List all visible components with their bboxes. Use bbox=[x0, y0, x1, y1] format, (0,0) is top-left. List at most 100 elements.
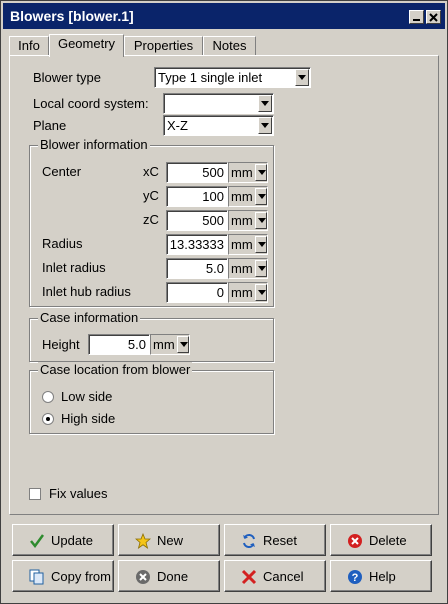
plane-value: X-Z bbox=[167, 118, 188, 133]
height-unit: mm bbox=[153, 337, 175, 352]
zc-label: zC bbox=[143, 212, 159, 227]
center-label: Center bbox=[42, 164, 82, 179]
reset-button[interactable]: Reset bbox=[224, 524, 326, 556]
title-bar[interactable]: Blowers [blower.1] bbox=[3, 3, 445, 29]
tab-properties-label: Properties bbox=[133, 38, 194, 53]
chevron-down-icon[interactable] bbox=[177, 336, 189, 353]
window-title: Blowers [blower.1] bbox=[10, 8, 134, 24]
delete-icon bbox=[348, 534, 362, 548]
svg-text:?: ? bbox=[352, 572, 359, 584]
tab-notes-label: Notes bbox=[212, 38, 247, 53]
radius-unit-select[interactable]: mm bbox=[228, 234, 268, 255]
case-location-group: Case location from blower Low side High … bbox=[29, 362, 274, 434]
update-button[interactable]: Update bbox=[12, 524, 114, 556]
delete-button[interactable]: Delete bbox=[330, 524, 432, 556]
done-label: Done bbox=[157, 569, 189, 584]
high-side-radio[interactable] bbox=[42, 413, 54, 425]
chevron-down-icon[interactable] bbox=[258, 95, 272, 112]
fix-values-label[interactable]: Fix values bbox=[49, 486, 108, 501]
inlet-radius-value: 5.0 bbox=[205, 261, 224, 276]
chevron-down-icon[interactable] bbox=[255, 164, 267, 181]
delete-label: Delete bbox=[369, 533, 407, 548]
tab-geometry[interactable]: Geometry bbox=[49, 34, 124, 57]
cancel-label: Cancel bbox=[263, 569, 304, 584]
blower-type-value: Type 1 single inlet bbox=[158, 70, 263, 85]
help-icon: ? bbox=[348, 570, 362, 584]
low-side-label[interactable]: Low side bbox=[61, 389, 112, 404]
case-information-title: Case information bbox=[38, 310, 141, 325]
yc-unit: mm bbox=[231, 189, 253, 204]
help-label: Help bbox=[369, 569, 396, 584]
zc-value: 500 bbox=[202, 213, 224, 228]
inlet-hub-unit-select[interactable]: mm bbox=[228, 282, 268, 303]
close-button[interactable] bbox=[426, 10, 441, 24]
help-button[interactable]: ? Help bbox=[330, 560, 432, 592]
tab-properties[interactable]: Properties bbox=[124, 36, 203, 56]
inlet-radius-label: Inlet radius bbox=[42, 260, 106, 275]
inlet-hub-radius-input[interactable]: 0 bbox=[166, 282, 228, 303]
checkmark-icon bbox=[30, 534, 45, 549]
tab-notes[interactable]: Notes bbox=[203, 36, 256, 56]
done-button[interactable]: Done bbox=[118, 560, 220, 592]
copy-from-label: Copy from bbox=[51, 569, 111, 584]
reset-label: Reset bbox=[263, 533, 297, 548]
xc-unit: mm bbox=[231, 165, 253, 180]
inlet-radius-unit-select[interactable]: mm bbox=[228, 258, 268, 279]
yc-value: 100 bbox=[202, 189, 224, 204]
inlet-hub-radius-label: Inlet hub radius bbox=[42, 284, 131, 299]
yc-unit-select[interactable]: mm bbox=[228, 186, 268, 207]
chevron-down-icon[interactable] bbox=[258, 117, 272, 134]
chevron-down-icon[interactable] bbox=[295, 69, 309, 86]
star-icon bbox=[135, 533, 151, 549]
done-icon bbox=[136, 570, 150, 584]
inlet-hub-radius-value: 0 bbox=[216, 285, 224, 300]
xc-label: xC bbox=[143, 164, 159, 179]
case-information-group: Case information Height 5.0 mm bbox=[29, 310, 274, 362]
zc-unit-select[interactable]: mm bbox=[228, 210, 268, 231]
radius-unit: mm bbox=[231, 237, 253, 252]
new-label: New bbox=[157, 533, 184, 548]
inlet-hub-unit: mm bbox=[231, 285, 253, 300]
blower-dialog: Blowers [blower.1] Info Geometry Propert… bbox=[0, 0, 448, 604]
xc-unit-select[interactable]: mm bbox=[228, 162, 268, 183]
tab-info[interactable]: Info bbox=[9, 36, 49, 56]
chevron-down-icon[interactable] bbox=[255, 188, 267, 205]
local-coord-select[interactable] bbox=[163, 93, 274, 114]
cancel-button[interactable]: Cancel bbox=[224, 560, 326, 592]
inlet-radius-unit: mm bbox=[231, 261, 253, 276]
height-unit-select[interactable]: mm bbox=[150, 334, 190, 355]
yc-input[interactable]: 100 bbox=[166, 186, 228, 207]
fix-values-checkbox[interactable] bbox=[29, 488, 41, 500]
xc-input[interactable]: 500 bbox=[166, 162, 228, 183]
minimize-icon bbox=[413, 19, 420, 21]
height-value: 5.0 bbox=[127, 337, 146, 352]
plane-select[interactable]: X-Z bbox=[163, 115, 274, 136]
low-side-radio[interactable] bbox=[42, 391, 54, 403]
zc-input[interactable]: 500 bbox=[166, 210, 228, 231]
blower-type-select[interactable]: Type 1 single inlet bbox=[154, 67, 311, 88]
blower-information-title: Blower information bbox=[38, 137, 150, 152]
blower-information-group: Blower information Center xC 500 mm yC 1… bbox=[29, 137, 274, 307]
chevron-down-icon[interactable] bbox=[255, 284, 267, 301]
inlet-radius-input[interactable]: 5.0 bbox=[166, 258, 228, 279]
zc-unit: mm bbox=[231, 213, 253, 228]
chevron-down-icon[interactable] bbox=[255, 236, 267, 253]
new-button[interactable]: New bbox=[118, 524, 220, 556]
height-input[interactable]: 5.0 bbox=[88, 334, 150, 355]
refresh-icon bbox=[243, 533, 255, 549]
high-side-label[interactable]: High side bbox=[61, 411, 115, 426]
minimize-button[interactable] bbox=[409, 10, 424, 24]
case-location-title: Case location from blower bbox=[38, 362, 193, 377]
copy-icon bbox=[29, 569, 44, 585]
chevron-down-icon[interactable] bbox=[255, 260, 267, 277]
plane-label: Plane bbox=[33, 118, 67, 133]
cancel-icon bbox=[241, 569, 257, 585]
update-label: Update bbox=[51, 533, 93, 548]
height-label: Height bbox=[42, 337, 80, 352]
blower-type-label: Blower type bbox=[33, 70, 101, 85]
chevron-down-icon[interactable] bbox=[255, 212, 267, 229]
radius-input[interactable]: 13.33333 bbox=[166, 234, 228, 255]
radius-value: 13.33333 bbox=[169, 237, 224, 252]
copy-from-button[interactable]: Copy from bbox=[12, 560, 114, 592]
radius-label: Radius bbox=[42, 236, 83, 251]
